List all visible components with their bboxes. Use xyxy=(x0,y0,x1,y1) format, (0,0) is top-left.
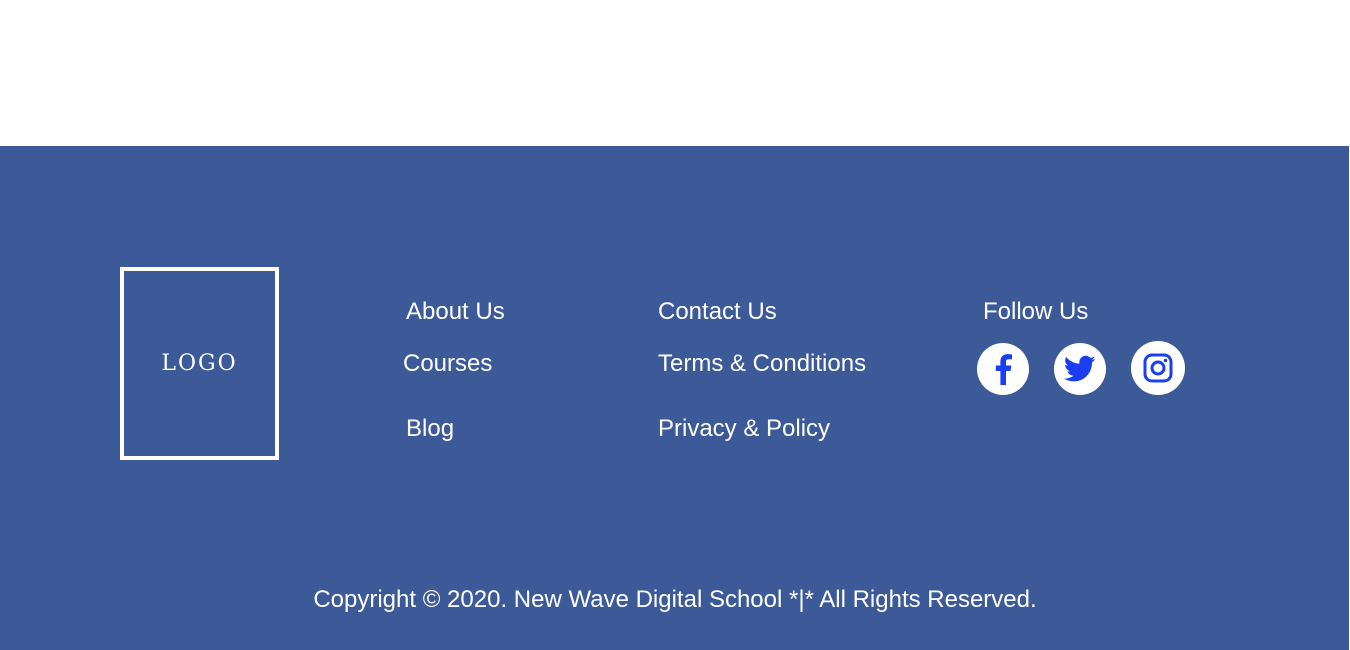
follow-us-heading: Follow Us xyxy=(983,298,1089,325)
copyright-text: Copyright © 2020. New Wave Digital Schoo… xyxy=(313,586,1037,613)
footer-link-terms-conditions[interactable]: Terms & Conditions xyxy=(658,350,866,378)
site-footer: LOGO About Us Courses Blog Contact Us Te… xyxy=(0,146,1349,650)
page-blank-area xyxy=(0,0,1350,146)
footer-link-about-us[interactable]: About Us xyxy=(406,298,505,326)
footer-link-courses[interactable]: Courses xyxy=(403,350,492,378)
footer-link-privacy-policy[interactable]: Privacy & Policy xyxy=(658,415,830,443)
twitter-icon xyxy=(1064,355,1096,383)
footer-link-blog[interactable]: Blog xyxy=(406,415,454,443)
instagram-button[interactable] xyxy=(1131,341,1185,395)
footer-link-contact-us[interactable]: Contact Us xyxy=(658,298,777,326)
facebook-button[interactable] xyxy=(977,343,1029,395)
logo-text: LOGO xyxy=(161,351,238,376)
instagram-icon xyxy=(1142,352,1174,384)
facebook-icon xyxy=(993,353,1013,385)
twitter-button[interactable] xyxy=(1054,343,1106,395)
logo-frame[interactable]: LOGO xyxy=(120,267,279,460)
